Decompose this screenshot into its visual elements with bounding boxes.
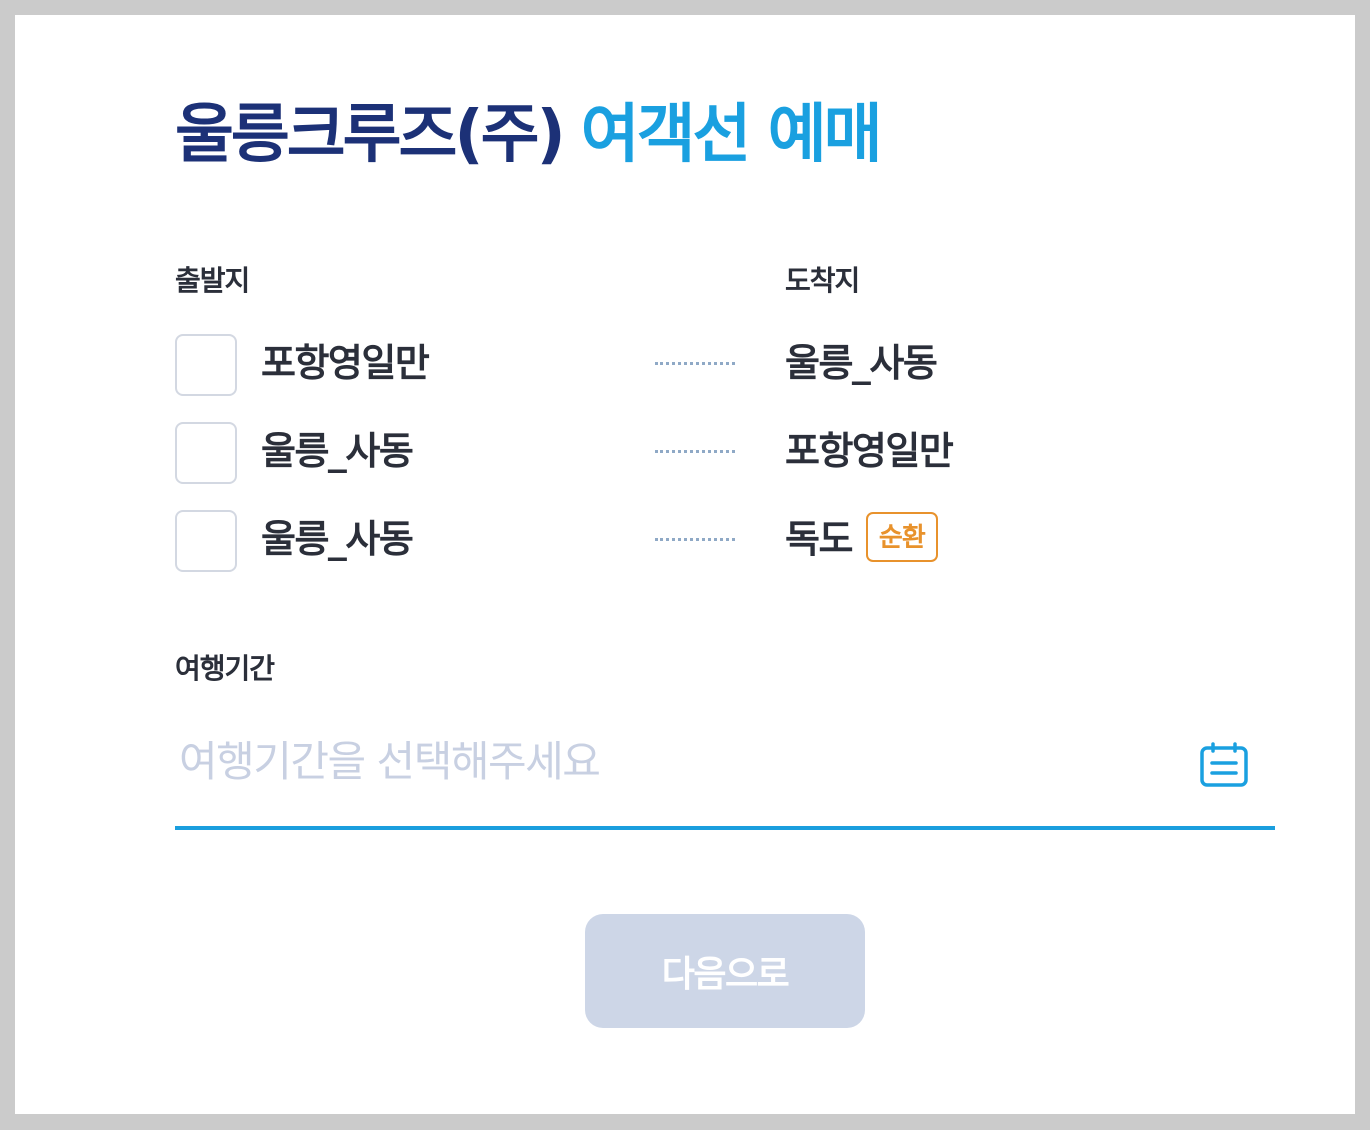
route-arrival-name: 독도 (785, 517, 853, 561)
route-row[interactable]: 울릉_사동 독도 순환 (175, 510, 1275, 572)
route-checkbox[interactable] (175, 510, 237, 572)
departure-label: 출발지 (175, 264, 250, 297)
route-departure: 울릉_사동 (261, 517, 414, 561)
route-departure: 포항영일만 (261, 341, 430, 385)
travel-period-input[interactable]: 여행기간을 선택해주세요 (175, 720, 1275, 830)
travel-period-placeholder: 여행기간을 선택해주세요 (179, 737, 601, 786)
route-arrival: 울릉_사동 (785, 338, 938, 388)
route-checkbox[interactable] (175, 422, 237, 484)
route-departure: 울릉_사동 (261, 429, 414, 473)
next-button[interactable]: 다음으로 (585, 914, 865, 1028)
route-connector (655, 362, 735, 365)
route-arrival: 독도 순환 (785, 511, 938, 567)
page-title-service: 여객선 예매 (580, 98, 883, 172)
route-arrival-name: 포항영일만 (785, 429, 954, 473)
arrival-label: 도착지 (785, 264, 860, 297)
period-label: 여행기간 (175, 652, 275, 685)
route-arrival-name: 울릉_사동 (785, 341, 938, 385)
route-row[interactable]: 포항영일만 울릉_사동 (175, 334, 1275, 396)
calendar-icon[interactable] (1199, 742, 1249, 788)
circular-route-badge: 순환 (865, 511, 938, 562)
page-title: 울릉크루즈(주) 여객선 예매 (175, 93, 883, 177)
route-connector (655, 538, 735, 541)
route-row[interactable]: 울릉_사동 포항영일만 (175, 422, 1275, 484)
route-arrival: 포항영일만 (785, 426, 954, 476)
page-title-brand: 울릉크루즈(주) (175, 98, 566, 172)
route-checkbox[interactable] (175, 334, 237, 396)
booking-card: 울릉크루즈(주) 여객선 예매 출발지 도착지 포항영일만 울릉_사동 울릉_사동… (15, 15, 1355, 1114)
route-connector (655, 450, 735, 453)
